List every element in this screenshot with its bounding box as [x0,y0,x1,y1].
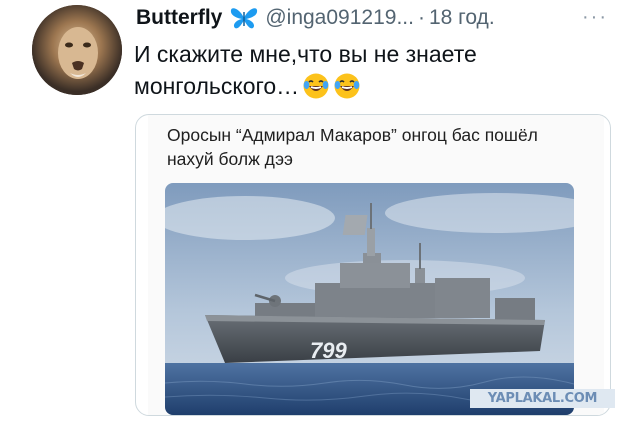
lion-avatar-image [32,5,122,95]
watermark: YAPLAKAL.COM [470,389,615,408]
warship-photo: 799 [165,183,574,415]
quoted-caption: Оросын “Адмирал Макаров” онгоц бас пошёл… [167,125,538,169]
avatar[interactable] [32,5,122,95]
more-dots-icon[interactable]: ··· [582,6,608,29]
author-handle[interactable]: @inga091219... [265,6,414,30]
tweet-header: Butterfly @inga091219... · 18 год. [136,4,495,32]
quoted-image-card[interactable]: Оросын “Адмирал Макаров” онгоц бас пошёл… [135,114,611,416]
separator-dot: · [417,6,425,29]
butterfly-emoji-icon [229,6,259,30]
tweet-text-block: И скажите мне,что вы не знаете монгольск… [134,38,574,102]
quoted-image: Оросын “Адмирал Макаров” онгоц бас пошёл… [148,115,604,415]
tweet-timestamp[interactable]: 18 год. [429,6,495,30]
laughing-tears-emoji-icon [302,72,330,100]
author-name[interactable]: Butterfly [136,6,222,30]
laughing-tears-emoji-icon [333,72,361,100]
hull-number: 799 [310,338,347,363]
